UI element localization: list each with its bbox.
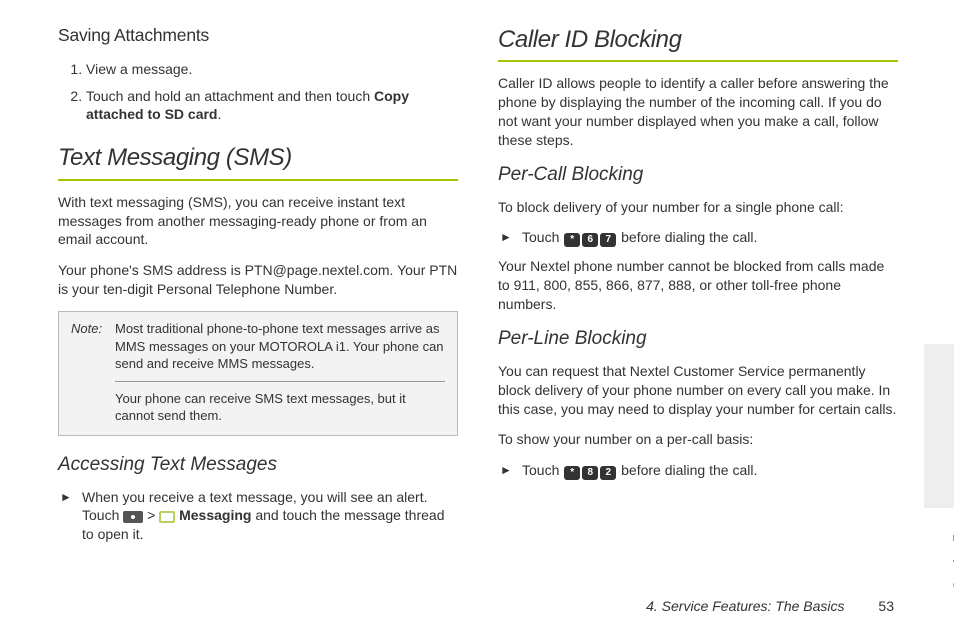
heading-rule [58,179,458,181]
bullet-arrow-icon: ► [498,461,522,480]
key-star-icon: * [564,233,580,247]
key-7-icon: 7 [600,233,616,247]
bullet-arrow-icon: ► [58,488,82,545]
per-line-paragraph: You can request that Nextel Customer Ser… [498,362,898,419]
left-column: Saving Attachments View a message. Touch… [58,24,458,554]
launcher-icon [123,511,143,523]
access-touch: Touch [82,507,123,523]
heading-rule-2 [498,60,898,62]
messaging-icon [159,511,175,523]
per-call-touch: Touch [522,229,563,245]
key-2-icon: 2 [600,466,616,480]
cid-paragraph: Caller ID allows people to identify a ca… [498,74,898,150]
key-6-icon: 6 [582,233,598,247]
page-footer: 4. Service Features: The Basics 53 [646,598,894,614]
access-text-a: When you receive a text message, you wil… [82,489,428,505]
side-tab-label: Service Features [950,492,954,590]
note-divider [115,381,445,382]
note-body: Most traditional phone-to-phone text mes… [115,320,445,425]
per-line-touch: Touch [522,462,563,478]
right-column: Caller ID Blocking Caller ID allows peop… [498,24,898,554]
heading-caller-id: Caller ID Blocking [498,24,898,56]
heading-per-call: Per-Call Blocking [498,162,898,188]
step-2-text-c: . [217,106,221,122]
footer-page-number: 53 [878,598,894,614]
step-1: View a message. [86,60,458,79]
step-2: Touch and hold an attachment and then to… [86,87,458,125]
per-line-text: Touch *82 before dialing the call. [522,461,898,480]
per-line-intro2: To show your number on a per-call basis: [498,430,898,449]
heading-per-line: Per-Line Blocking [498,326,898,352]
access-bullet-text: When you receive a text message, you wil… [82,488,458,545]
page-content: Saving Attachments View a message. Touch… [0,0,954,554]
note-body-1: Most traditional phone-to-phone text mes… [115,320,445,373]
per-call-tail: before dialing the call. [617,229,757,245]
key-8-icon: 8 [582,466,598,480]
note-box: Note: Most traditional phone-to-phone te… [58,311,458,436]
saving-steps-list: View a message. Touch and hold an attach… [58,60,458,125]
per-call-intro: To block delivery of your number for a s… [498,198,898,217]
per-line-tail: before dialing the call. [617,462,757,478]
footer-chapter: 4. Service Features: The Basics [646,598,844,614]
per-call-note: Your Nextel phone number cannot be block… [498,257,898,314]
access-gt: > [143,507,159,523]
step-2-text-a: Touch and hold an attachment and then to… [86,88,374,104]
sms-paragraph-2: Your phone's SMS address is PTN@page.nex… [58,261,458,299]
per-call-text: Touch *67 before dialing the call. [522,228,898,247]
access-msg-label: Messaging [175,507,251,523]
note-label: Note: [71,320,115,425]
per-line-bullet: ► Touch *82 before dialing the call. [498,461,898,480]
key-star-icon: * [564,466,580,480]
heading-saving-attachments: Saving Attachments [58,24,458,48]
bullet-arrow-icon: ► [498,228,522,247]
heading-accessing: Accessing Text Messages [58,452,458,478]
sms-paragraph-1: With text messaging (SMS), you can recei… [58,193,458,250]
access-bullet: ► When you receive a text message, you w… [58,488,458,545]
note-body-2: Your phone can receive SMS text messages… [115,390,445,425]
heading-text-messaging: Text Messaging (SMS) [58,142,458,174]
per-call-bullet: ► Touch *67 before dialing the call. [498,228,898,247]
side-tab [924,344,954,508]
